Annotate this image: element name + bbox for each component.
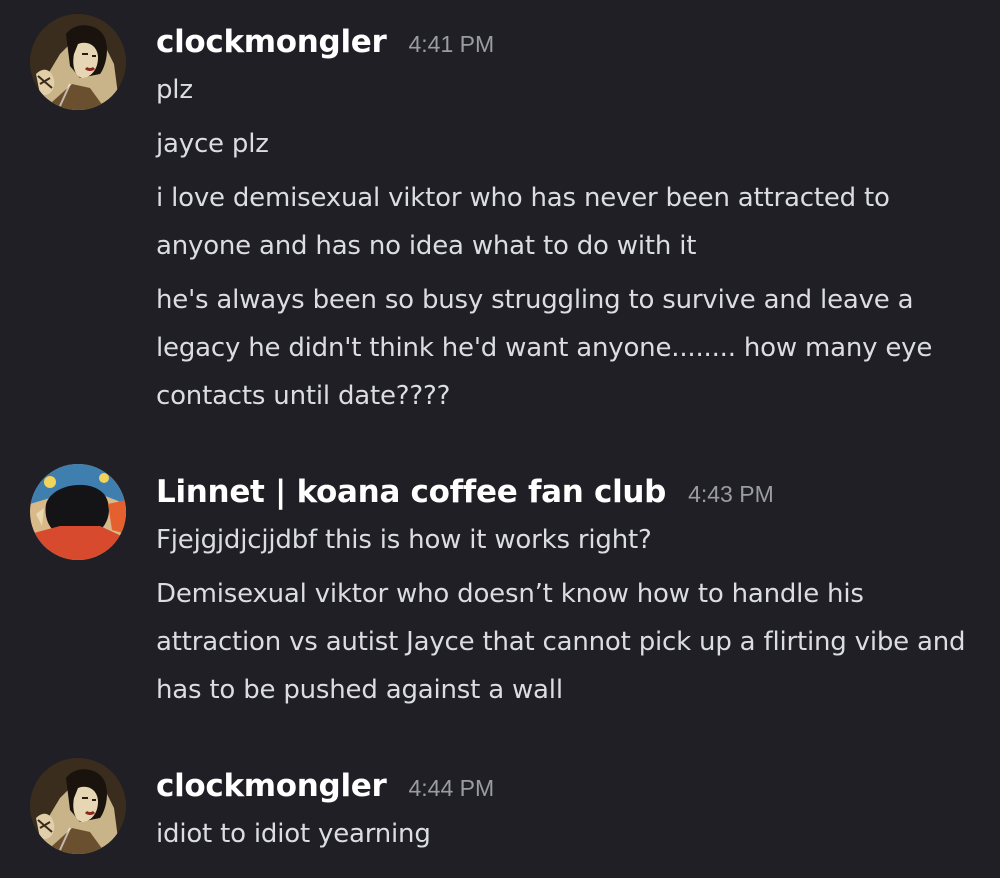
message-text: Demisexual viktor who doesn’t know how t… — [156, 579, 966, 705]
avatar[interactable] — [30, 14, 126, 110]
username[interactable]: clockmongler — [156, 24, 387, 60]
message-text: Fjejgjdjcjjdbf this is how it works righ… — [156, 525, 652, 555]
message-text: plz — [156, 75, 193, 105]
username[interactable]: clockmongler — [156, 768, 387, 804]
message-text: i love demisexual viktor who has never b… — [156, 183, 890, 261]
message-group: clockmongler 4:44 PM idiot to idiot year… — [0, 758, 1000, 868]
message-header: Linnet | koana coffee fan club 4:43 PM — [156, 474, 774, 510]
avatar-illustration — [30, 758, 126, 854]
avatar[interactable] — [30, 464, 126, 560]
message-group: clockmongler 4:41 PM plz jayce plz i lov… — [0, 14, 1000, 414]
message-text: jayce plz — [156, 129, 269, 159]
message-text: he's always been so busy struggling to s… — [156, 285, 933, 411]
message-header: clockmongler 4:41 PM — [156, 24, 494, 60]
timestamp[interactable]: 4:41 PM — [409, 31, 495, 58]
message-group: Linnet | koana coffee fan club 4:43 PM F… — [0, 464, 1000, 724]
avatar-illustration — [30, 464, 126, 560]
avatar-illustration — [30, 14, 126, 110]
timestamp[interactable]: 4:43 PM — [688, 481, 774, 508]
message-text: idiot to idiot yearning — [156, 819, 431, 849]
avatar[interactable] — [30, 758, 126, 854]
message-header: clockmongler 4:44 PM — [156, 768, 494, 804]
timestamp[interactable]: 4:44 PM — [409, 775, 495, 802]
username[interactable]: Linnet | koana coffee fan club — [156, 474, 666, 510]
